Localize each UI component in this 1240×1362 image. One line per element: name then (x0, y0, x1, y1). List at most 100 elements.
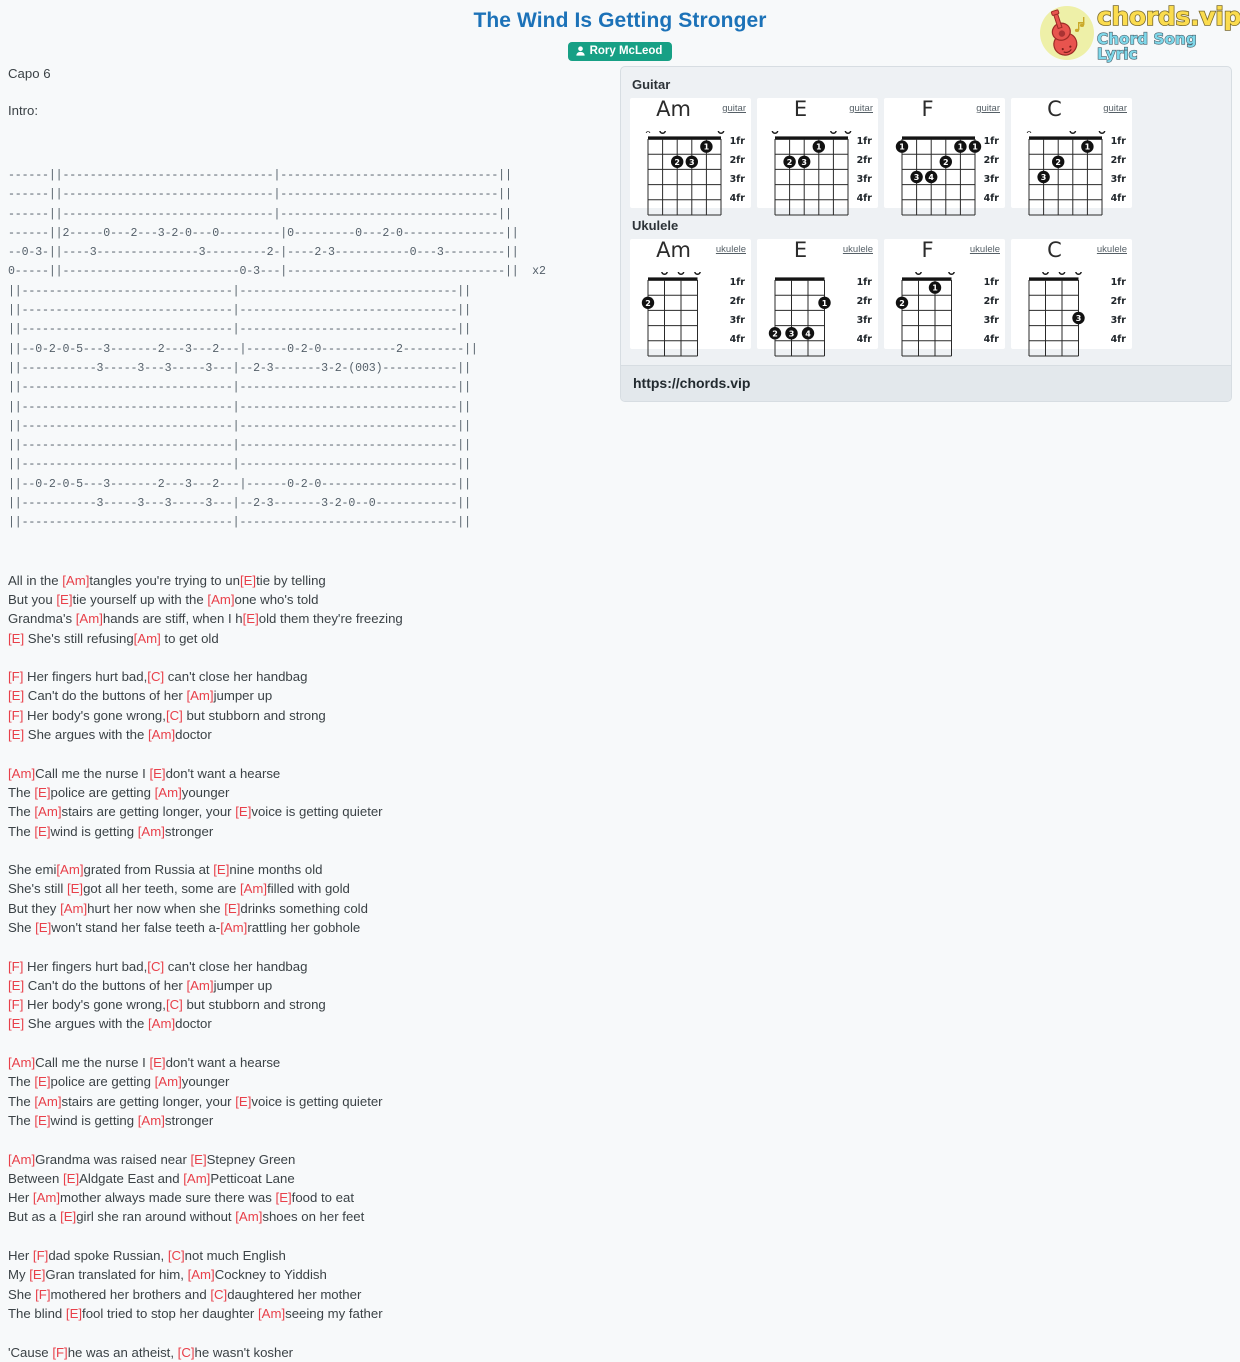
chord-marker[interactable]: [Am] (258, 1306, 285, 1321)
lyric-text: Her (8, 1248, 33, 1264)
chord-marker[interactable]: [E] (191, 1152, 207, 1167)
chord-diagram-guitar-c[interactable]: Cguitar x 1 2 3 1fr 2fr 3fr 4fr (1011, 97, 1132, 216)
chord-marker[interactable]: [Am] (186, 688, 213, 703)
chord-marker[interactable]: [Am] (62, 573, 89, 588)
chord-marker[interactable]: [E] (149, 766, 165, 781)
chord-marker[interactable]: [E] (34, 1074, 50, 1089)
chord-marker[interactable]: [E] (63, 1171, 79, 1186)
chord-marker[interactable]: [E] (35, 920, 51, 935)
chord-marker[interactable]: [F] (8, 997, 23, 1012)
chord-marker[interactable]: [Am] (8, 1055, 35, 1070)
chord-marker[interactable]: [E] (67, 881, 83, 896)
chord-marker[interactable]: [E] (149, 1055, 165, 1070)
chord-marker[interactable]: [Am] (56, 862, 83, 877)
lyric-line: She emi[Am]grated from Russia at [E]nine… (8, 860, 608, 879)
chord-marker[interactable]: [F] (8, 669, 23, 684)
svg-text:2: 2 (899, 299, 905, 308)
chord-marker[interactable]: [Am] (148, 1016, 175, 1031)
lyric-line: My [E]Gran translated for him, [Am]Cockn… (8, 1265, 608, 1284)
chord-marker[interactable]: [Am] (220, 920, 247, 935)
chord-diagram-instrument[interactable]: guitar (722, 103, 746, 114)
chord-marker[interactable]: [C] (147, 959, 164, 974)
chord-diagram-guitar-e[interactable]: Eguitar 1 2 3 1fr 2fr 3fr 4fr (757, 97, 878, 216)
chord-diagram-instrument[interactable]: ukulele (843, 244, 873, 255)
chord-marker[interactable]: [Am] (34, 804, 61, 819)
chord-marker[interactable]: [E] (235, 1094, 251, 1109)
chord-marker[interactable]: [E] (8, 688, 24, 703)
chord-marker[interactable]: [F] (52, 1345, 67, 1360)
chord-marker[interactable]: [Am] (188, 1267, 215, 1282)
chord-marker[interactable]: [E] (213, 862, 229, 877)
lyric-text: hurt her now when she (87, 900, 225, 916)
chord-marker[interactable]: [E] (8, 1016, 24, 1031)
chord-marker[interactable]: [F] (33, 1248, 48, 1263)
chord-marker[interactable]: [Am] (235, 1209, 262, 1224)
chord-diagram-instrument[interactable]: ukulele (716, 244, 746, 255)
chord-diagram-ukulele-f[interactable]: Fukulele 1 2 1fr 2fr 3fr 4fr (884, 238, 1005, 357)
chord-marker[interactable]: [E] (34, 824, 50, 839)
chord-diagram-ukulele-e[interactable]: Eukulele 1 2 3 4 1fr 2fr 3fr 4fr (757, 238, 878, 357)
chord-marker[interactable]: [E] (224, 901, 240, 916)
chord-marker[interactable]: [E] (240, 573, 256, 588)
chord-marker[interactable]: [E] (60, 1209, 76, 1224)
chord-diagram-instrument[interactable]: guitar (976, 103, 1000, 114)
chord-marker[interactable]: [Am] (8, 1152, 35, 1167)
lyric-text: The (8, 823, 35, 839)
chord-marker[interactable]: [Am] (155, 1074, 182, 1089)
lyric-line: But as a [E]girl she ran around without … (8, 1207, 608, 1226)
lyric-text: don't want a hearse (165, 765, 281, 781)
chord-marker[interactable]: [Am] (60, 901, 87, 916)
chord-marker[interactable]: [Am] (138, 824, 165, 839)
chord-marker[interactable]: [Am] (186, 978, 213, 993)
chord-marker[interactable]: [E] (66, 1306, 82, 1321)
chord-diagram-instrument[interactable]: guitar (849, 103, 873, 114)
chord-marker[interactable]: [E] (29, 1267, 45, 1282)
chord-marker[interactable]: [E] (34, 1113, 50, 1128)
chord-marker[interactable]: [C] (178, 1345, 195, 1360)
chord-marker[interactable]: [E] (276, 1190, 292, 1205)
site-logo[interactable]: chords.vip Chord Song Lyric (1040, 3, 1240, 62)
chord-marker[interactable]: [E] (243, 611, 259, 626)
chord-marker[interactable]: [F] (8, 959, 23, 974)
chord-marker[interactable]: [Am] (34, 1094, 61, 1109)
chord-marker[interactable]: [F] (8, 708, 23, 723)
lyric-line: The blind [E]fool tried to stop her daug… (8, 1304, 608, 1323)
chord-diagram-ukulele-am[interactable]: Am ukulele 2 1fr 2fr 3fr 4fr (630, 238, 751, 357)
chord-marker[interactable]: [Am] (155, 785, 182, 800)
lyric-text: doctor (175, 1016, 212, 1032)
chord-marker[interactable]: [F] (35, 1287, 50, 1302)
chord-diagram-guitar-am[interactable]: Am guitar x 1 2 3 1fr 2fr 3fr 4fr (630, 97, 751, 216)
chord-marker[interactable]: [Am] (8, 766, 35, 781)
chord-marker[interactable]: [Am] (207, 592, 234, 607)
chord-diagram-guitar-f[interactable]: Fguitar 1 1 1 2 3 4 1fr 2fr 3fr 4fr (884, 97, 1005, 216)
chord-marker[interactable]: [Am] (183, 1171, 210, 1186)
lyric-blank-line (8, 648, 608, 667)
chord-marker[interactable]: [E] (34, 785, 50, 800)
lyric-text: The (8, 1093, 35, 1109)
panel-footer-url[interactable]: https://chords.vip (621, 365, 1231, 401)
chord-marker[interactable]: [Am] (148, 727, 175, 742)
chord-marker[interactable]: [C] (210, 1287, 227, 1302)
chord-marker[interactable]: [E] (56, 592, 72, 607)
chord-marker[interactable]: [E] (8, 631, 24, 646)
chord-diagram-instrument[interactable]: ukulele (970, 244, 1000, 255)
lyric-text: The (8, 784, 35, 800)
chord-diagram-instrument[interactable]: guitar (1103, 103, 1127, 114)
chord-marker[interactable]: [Am] (240, 881, 267, 896)
chord-marker[interactable]: [Am] (134, 631, 161, 646)
chord-marker[interactable]: [C] (166, 997, 183, 1012)
chord-marker[interactable]: [C] (168, 1248, 185, 1263)
chord-marker[interactable]: [Am] (33, 1190, 60, 1205)
chord-diagram-ukulele-c[interactable]: Cukulele 3 1fr 2fr 3fr 4fr (1011, 238, 1132, 357)
lyric-line: [Am]Call me the nurse I [E]don't want a … (8, 764, 608, 783)
artist-badge[interactable]: Rory McLeod (567, 42, 673, 61)
chord-marker[interactable]: [Am] (138, 1113, 165, 1128)
chord-diagram-instrument[interactable]: ukulele (1097, 244, 1127, 255)
chord-marker[interactable]: [E] (8, 727, 24, 742)
chord-marker[interactable]: [E] (235, 804, 251, 819)
chord-marker[interactable]: [E] (8, 978, 24, 993)
chord-marker[interactable]: [C] (147, 669, 164, 684)
chord-marker[interactable]: [C] (166, 708, 183, 723)
chord-marker[interactable]: [Am] (76, 611, 103, 626)
lyric-text: All in the (8, 572, 63, 588)
